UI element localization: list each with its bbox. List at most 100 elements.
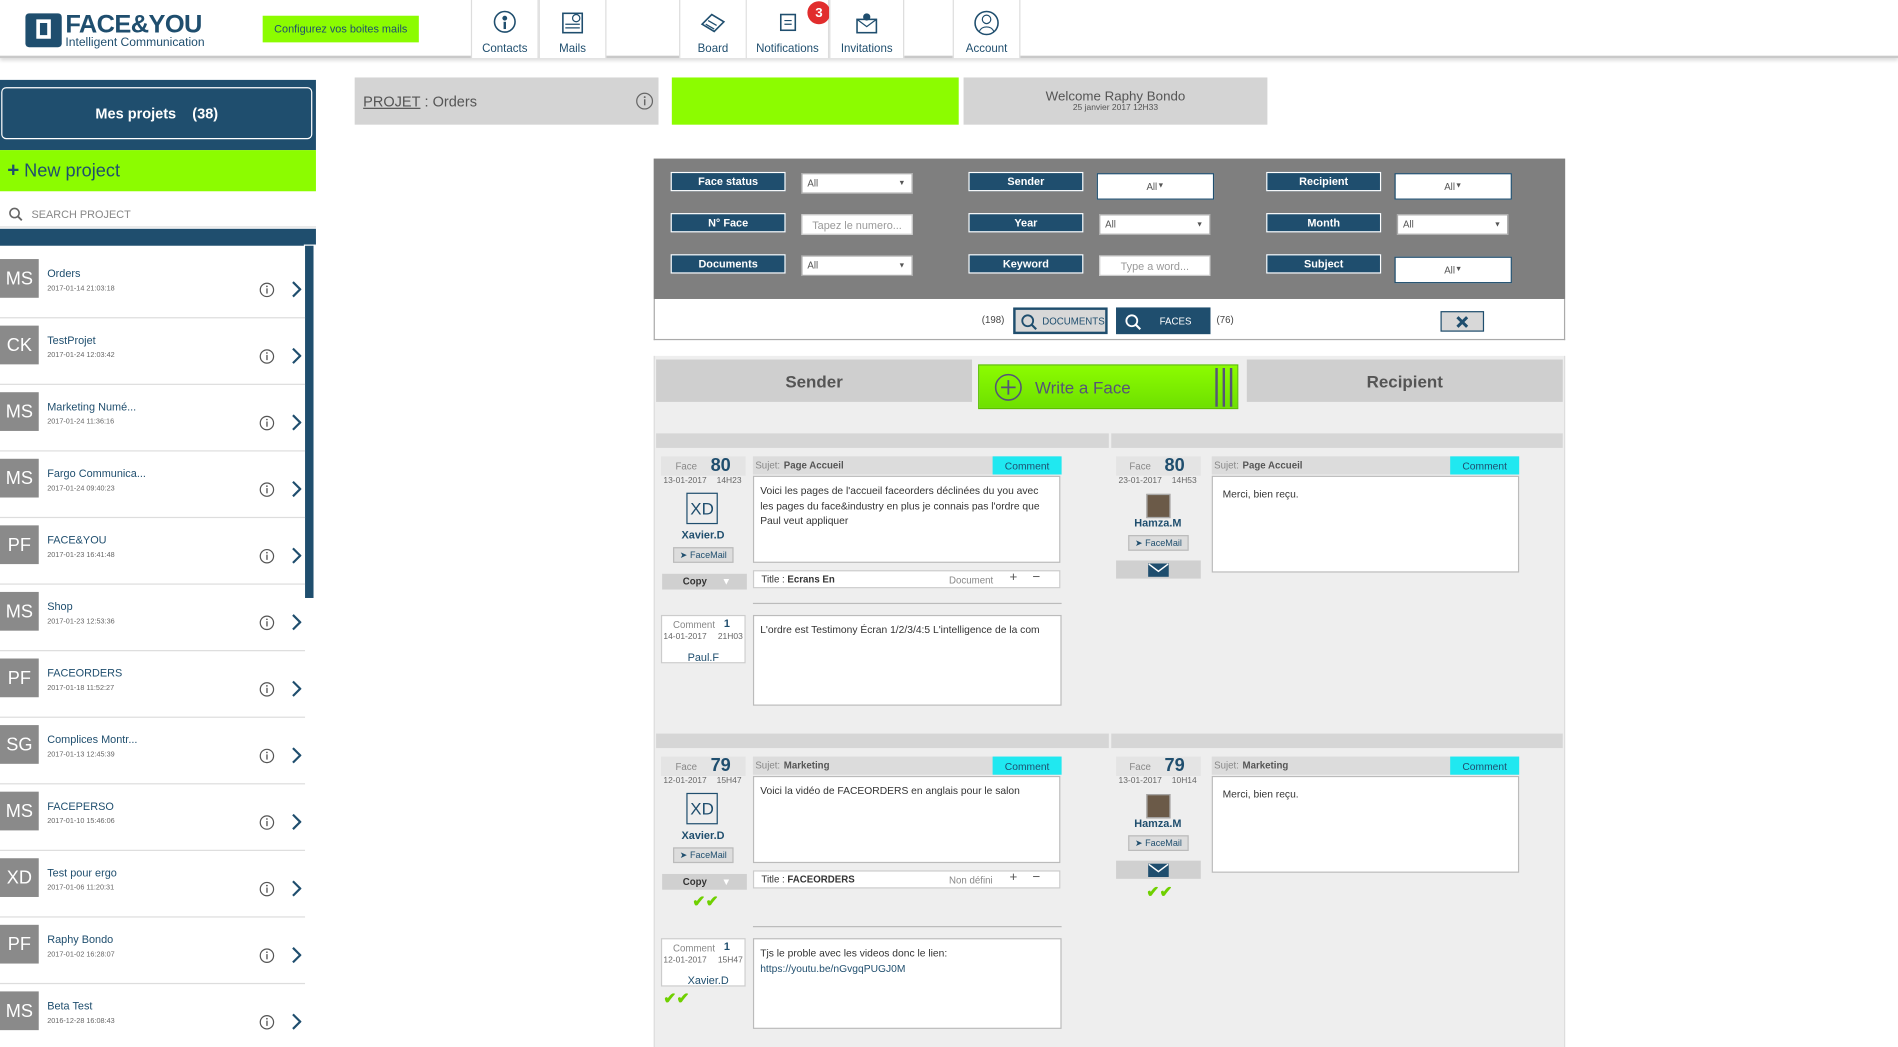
- info-icon[interactable]: [259, 948, 275, 964]
- chevron-right-icon[interactable]: [291, 614, 302, 631]
- info-icon[interactable]: [259, 748, 275, 764]
- write-face-button[interactable]: Write a Face: [978, 364, 1239, 410]
- project-date: 2017-01-18 11:52:27: [47, 685, 115, 693]
- comment-link[interactable]: https://youtu.be/nGvgqPUGJ0M: [760, 962, 905, 974]
- info-icon[interactable]: [259, 548, 275, 564]
- search-documents-button[interactable]: DOCUMENTS: [1013, 307, 1108, 335]
- recipient-name[interactable]: Hamza.M: [1134, 817, 1181, 829]
- chevron-right-icon[interactable]: [291, 680, 302, 697]
- chevron-right-icon[interactable]: [291, 481, 302, 498]
- list-item-project[interactable]: MS Fargo Communica... 2017-01-24 09:40:2…: [0, 452, 306, 519]
- list-item-project[interactable]: PF Raphy Bondo 2017-01-02 16:28:07: [0, 918, 306, 985]
- divider: [752, 926, 1062, 928]
- info-icon[interactable]: [259, 482, 275, 498]
- project-name: FACEORDERS: [47, 666, 123, 680]
- nav-notifications[interactable]: 3 Notifications: [746, 0, 831, 59]
- notifications-icon: [779, 13, 796, 32]
- my-projects-button[interactable]: Mes projets (38): [1, 87, 313, 140]
- list-item-project[interactable]: MS Marketing Numé... 2017-01-24 11:36:16: [0, 385, 306, 452]
- list-item-project[interactable]: CK TestProjet 2017-01-24 12:03:42: [0, 318, 306, 385]
- mail-button[interactable]: [1116, 860, 1201, 879]
- nav-invitations[interactable]: Invitations: [829, 0, 905, 59]
- minus-icon[interactable]: −: [1033, 570, 1041, 585]
- scrollbar-thumb[interactable]: [305, 245, 314, 598]
- clear-filters-button[interactable]: [1440, 311, 1485, 332]
- sender-name[interactable]: Xavier.D: [682, 529, 725, 541]
- nav-board[interactable]: Board: [679, 0, 747, 59]
- breadcrumb-link[interactable]: PROJET: [363, 93, 420, 110]
- list-item-project[interactable]: MS FACEPERSO 2017-01-10 15:46:06: [0, 784, 306, 851]
- sender-filter-dropdown[interactable]: All ▼: [1096, 173, 1215, 200]
- copy-button[interactable]: Copy ▼: [662, 873, 747, 890]
- chevron-right-icon[interactable]: [291, 880, 302, 897]
- envelope-icon: [1148, 863, 1169, 877]
- info-icon[interactable]: [259, 881, 275, 897]
- minus-icon[interactable]: −: [1033, 870, 1041, 885]
- info-icon[interactable]: [259, 415, 275, 431]
- envelope-icon: [1148, 562, 1169, 577]
- comment-button[interactable]: Comment: [992, 756, 1062, 775]
- recipient-column-header[interactable]: Recipient: [1246, 359, 1563, 402]
- configure-mailboxes-button[interactable]: Configurez vos boites mails: [262, 15, 419, 43]
- nav-mails[interactable]: Mails: [538, 0, 607, 59]
- list-item-project[interactable]: XD Test pour ergo 2017-01-06 11:20:31: [0, 851, 306, 918]
- info-icon[interactable]: [259, 1014, 275, 1030]
- list-item-project[interactable]: SG Complices Montr... 2017-01-13 12:45:3…: [0, 718, 306, 785]
- subject-filter-dropdown[interactable]: All ▼: [1394, 256, 1512, 284]
- list-item-project[interactable]: MS Shop 2017-01-23 12:53:36: [0, 585, 306, 652]
- info-icon[interactable]: [259, 682, 275, 698]
- keyword-input[interactable]: Type a word...: [1099, 255, 1211, 276]
- facemail-button[interactable]: ➤ FaceMail: [1128, 835, 1189, 851]
- copy-button[interactable]: Copy ▼: [662, 573, 747, 590]
- info-icon[interactable]: [259, 815, 275, 831]
- nav-board-label: Board: [697, 42, 729, 56]
- nav-contacts[interactable]: Contacts: [470, 0, 539, 59]
- recipient-filter-dropdown[interactable]: All ▼: [1394, 173, 1512, 200]
- list-item-project[interactable]: PF FACEORDERS 2017-01-18 11:52:27: [0, 651, 306, 718]
- facemail-button[interactable]: ➤ FaceMail: [673, 547, 734, 563]
- comment-button[interactable]: Comment: [1450, 756, 1520, 775]
- chevron-right-icon[interactable]: [291, 1013, 302, 1030]
- search-faces-button[interactable]: FACES: [1116, 307, 1211, 335]
- facemail-button[interactable]: ➤ FaceMail: [1128, 535, 1189, 551]
- info-icon[interactable]: [259, 615, 275, 631]
- chevron-right-icon[interactable]: [291, 347, 302, 364]
- nav-account[interactable]: Account: [952, 0, 1021, 59]
- info-icon[interactable]: [259, 349, 275, 365]
- plus-icon[interactable]: +: [1010, 870, 1018, 885]
- comment-button[interactable]: Comment: [992, 456, 1062, 475]
- chevron-right-icon[interactable]: [291, 547, 302, 564]
- month-select[interactable]: All ▼: [1396, 214, 1509, 235]
- info-icon[interactable]: [636, 92, 654, 110]
- sender-column-header[interactable]: Sender: [656, 359, 973, 402]
- chevron-right-icon[interactable]: [291, 747, 302, 764]
- recipient-name[interactable]: Hamza.M: [1134, 517, 1181, 529]
- info-icon[interactable]: [259, 282, 275, 298]
- new-project-button[interactable]: + New project: [0, 150, 316, 192]
- comment-date: 12-01-2017: [663, 956, 707, 965]
- commenter-name[interactable]: Paul.F: [688, 651, 719, 663]
- list-item-project[interactable]: MS Orders 2017-01-14 21:03:18: [0, 252, 306, 319]
- face-status-select[interactable]: All ▼: [801, 173, 913, 194]
- commenter-name[interactable]: Xavier.D: [688, 974, 729, 986]
- chevron-right-icon[interactable]: [291, 947, 302, 964]
- plus-icon[interactable]: +: [1010, 570, 1018, 585]
- my-projects-count: (38): [192, 104, 219, 122]
- chevron-right-icon[interactable]: [291, 813, 302, 830]
- list-item-project[interactable]: PF FACE&YOU 2017-01-23 16:41:48: [0, 518, 306, 585]
- facemail-button[interactable]: ➤ FaceMail: [673, 847, 734, 864]
- documents-select[interactable]: All ▼: [801, 255, 913, 276]
- project-name: Shop: [47, 600, 73, 613]
- chevron-right-icon[interactable]: [291, 414, 302, 431]
- mail-button[interactable]: [1116, 560, 1201, 579]
- chevron-right-icon[interactable]: [291, 281, 302, 298]
- comment-button[interactable]: Comment: [1450, 456, 1520, 475]
- search-project-input[interactable]: SEARCH PROJECT: [0, 201, 316, 228]
- list-item-project[interactable]: MS Beta Test 2016-12-28 16:08:43: [0, 984, 305, 1047]
- sender-name[interactable]: Xavier.D: [682, 829, 725, 841]
- year-select[interactable]: All ▼: [1099, 214, 1211, 235]
- face-number-input[interactable]: Tapez le numero...: [801, 214, 913, 235]
- avatar: MS: [0, 392, 39, 431]
- document-type: Document: [949, 574, 994, 586]
- sidebar-divider: [0, 228, 316, 246]
